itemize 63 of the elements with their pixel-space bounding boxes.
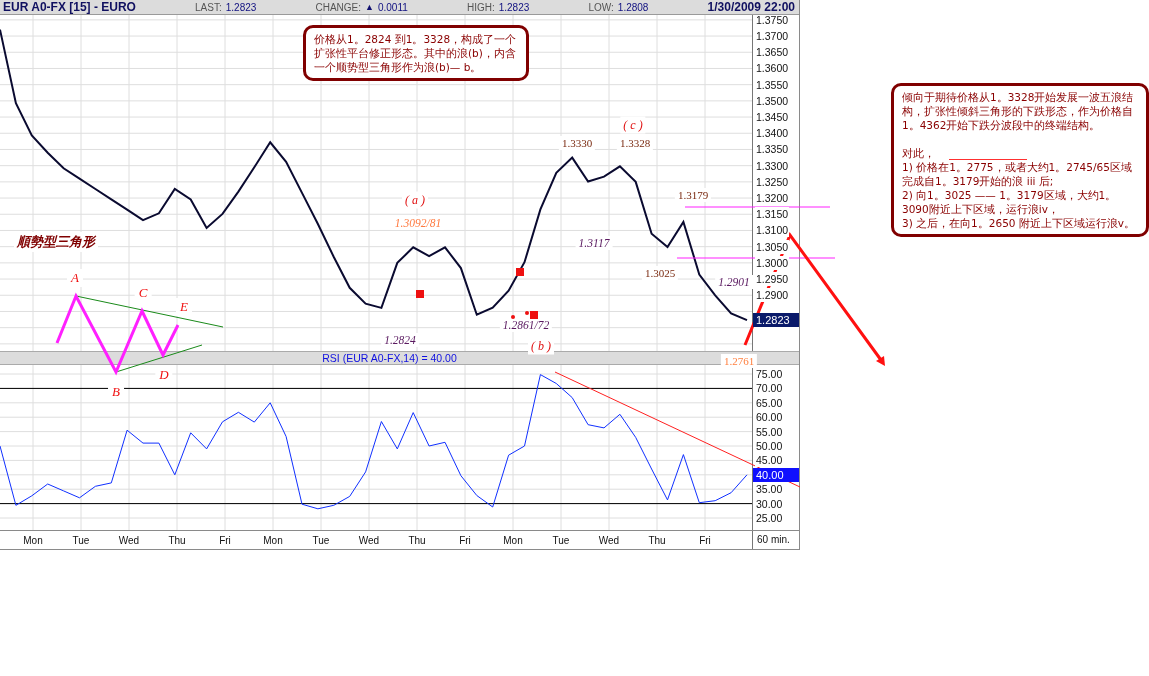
price-annotation: ( a ) bbox=[402, 191, 428, 209]
day-label: Tue bbox=[71, 534, 91, 546]
axis-label: 1.3100 bbox=[755, 223, 790, 238]
square-marker bbox=[416, 290, 424, 298]
day-label: Tue bbox=[311, 534, 331, 546]
axis-label: 75.00 bbox=[755, 367, 784, 381]
dot-marker bbox=[511, 315, 515, 319]
date-time: 1/30/2009 22:00 bbox=[707, 0, 795, 14]
axis-label: 1.3000 bbox=[755, 255, 790, 270]
day-label: Mon bbox=[262, 534, 284, 546]
change-arrow: ▲ bbox=[365, 2, 374, 12]
day-label: Fri bbox=[698, 534, 712, 546]
price-annotation: 1.2861/72 bbox=[499, 318, 553, 332]
axis-label: 1.2900 bbox=[755, 288, 790, 303]
pattern-point-label: E bbox=[176, 298, 192, 316]
axis-label: 1.3050 bbox=[755, 239, 790, 254]
pattern-point-label: A bbox=[67, 269, 83, 287]
square-marker bbox=[530, 311, 538, 319]
axis-label: 1.2950 bbox=[755, 272, 790, 287]
note-text: 1) 价格在1。2775，或者大约1。2745/65区域完成自1。3179开始的浪 iii 后; bbox=[902, 160, 1133, 188]
last-value: 1.2823 bbox=[225, 1, 257, 13]
price-annotation: 1.3025 bbox=[641, 266, 679, 280]
day-label: Fri bbox=[218, 534, 232, 546]
price-annotation: ( c ) bbox=[620, 116, 646, 134]
day-label: Wed bbox=[357, 534, 381, 546]
note-text: 倾向于期待价格从1。3328开始发展一波五浪结构，扩张性倾斜三角形的下跌形态，作为价格自1。4362开始下跌分波段中的终端结构。 bbox=[902, 90, 1135, 132]
rsi-value-tag: 40.00 bbox=[753, 467, 799, 482]
day-label: Thu bbox=[407, 534, 427, 546]
change-label: CHANGE: bbox=[315, 1, 362, 13]
price-annotation: 1.3330 bbox=[558, 136, 596, 150]
day-label: Wed bbox=[117, 534, 141, 546]
low-value: 1.2808 bbox=[617, 1, 649, 13]
axis-label: 45.00 bbox=[755, 453, 784, 468]
note-text: 价格从1。2824 到1。3328，构成了一个扩张性平台修正形态。其中的浪(b)，内含一个顺势型三角形作为浪(b)— b。 bbox=[314, 32, 518, 74]
day-label: Thu bbox=[167, 534, 187, 546]
day-label: Tue bbox=[551, 534, 571, 546]
note-text: 2) 向1。3025 —— 1。3179区域，大约1。3090附近上下区域，运行浪iv， bbox=[902, 188, 1118, 216]
day-label: Mon bbox=[22, 534, 44, 546]
price-annotation: 1.3117 bbox=[575, 236, 613, 250]
note-text: 对此， bbox=[902, 146, 936, 160]
price-annotation: 1.2824 bbox=[381, 333, 419, 347]
change-value: 0.0011 bbox=[377, 1, 408, 13]
dot-marker bbox=[525, 311, 529, 315]
rsi-title: RSI (EUR A0-FX,14) = 40.00 bbox=[322, 352, 457, 364]
price-annotation: 1.2901 bbox=[715, 275, 753, 289]
symbol-title: EUR A0-FX [15] - EURO bbox=[3, 0, 136, 14]
current-price-tag: 1.2823 bbox=[753, 313, 799, 328]
price-annotation: 1.2761 bbox=[720, 354, 758, 368]
day-label: Mon bbox=[502, 534, 524, 546]
axis-label: 50.00 bbox=[755, 439, 784, 453]
note-text: 3) 之后，在向1。2650 附近上下区域运行浪v。 bbox=[902, 216, 1137, 230]
day-label: Thu bbox=[647, 534, 667, 546]
square-marker bbox=[516, 268, 524, 276]
low-label: LOW: bbox=[588, 1, 614, 13]
axis-label: 1.3750 bbox=[755, 15, 790, 27]
high-label: HIGH: bbox=[466, 1, 495, 13]
pattern-title: 順勢型三角形 bbox=[14, 232, 98, 252]
price-annotation: 1.3179 bbox=[674, 188, 712, 202]
high-value: 1.2823 bbox=[498, 1, 530, 13]
day-label: Fri bbox=[458, 534, 472, 546]
last-label: LAST: bbox=[195, 1, 222, 13]
interval-label: 60 min. bbox=[752, 531, 799, 549]
day-label: Wed bbox=[597, 534, 621, 546]
